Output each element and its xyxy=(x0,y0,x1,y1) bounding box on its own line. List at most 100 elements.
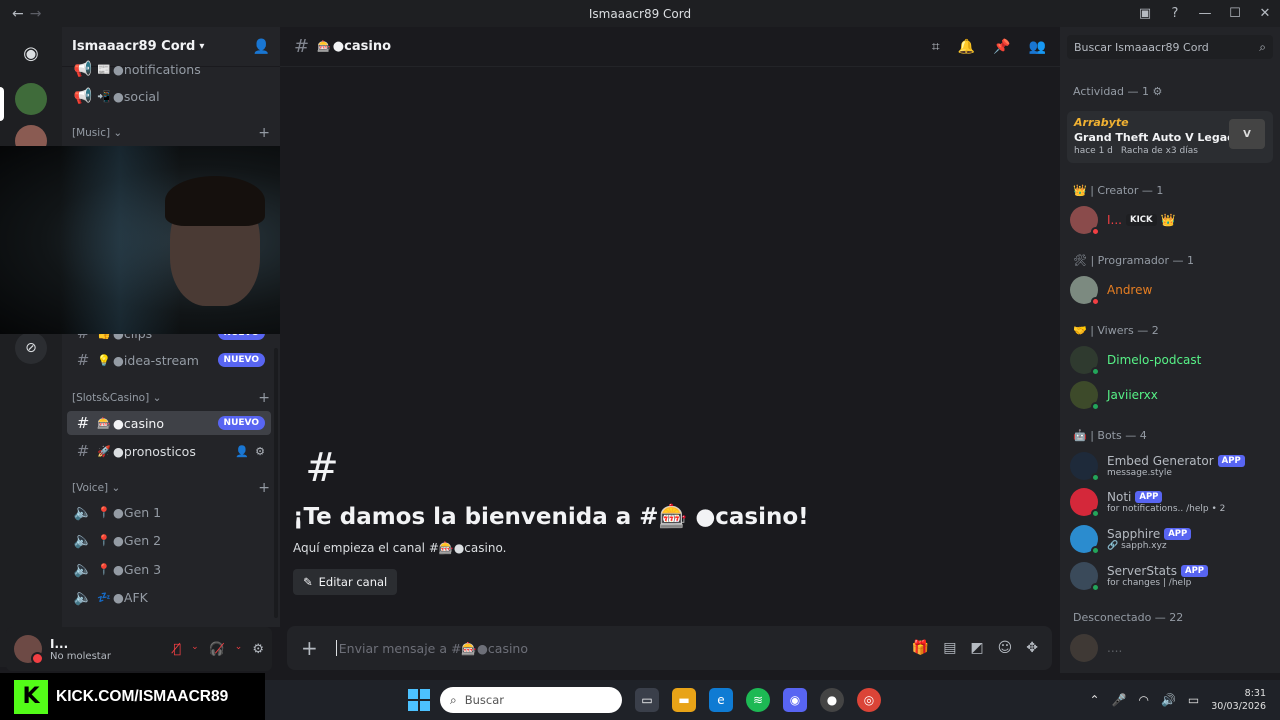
gear-icon[interactable]: ⚙ xyxy=(1153,85,1163,98)
speaker-icon: 🔈 xyxy=(73,531,93,549)
taskbar-search[interactable]: ⌕ Buscar xyxy=(440,687,622,713)
server-icon-1[interactable] xyxy=(15,83,47,115)
text-channel-icon: # xyxy=(76,414,90,432)
channel-pronosticos[interactable]: # 🚀 ●pronosticos 👤 ⚙ xyxy=(67,439,271,463)
channel-social[interactable]: 📢 📲 ●social xyxy=(67,84,271,108)
channel-notifications[interactable]: 📢 📰 ●notifications xyxy=(67,57,271,81)
activity-card[interactable]: Arrabyte Grand Theft Auto V Legacy hace … xyxy=(1067,111,1273,163)
member-sapphire[interactable]: Sapphire APP 🔗 sapph.xyz xyxy=(1070,522,1274,556)
notification-bell-icon[interactable]: 🔔 xyxy=(958,39,975,55)
text-channel-icon: # xyxy=(294,36,310,57)
apps-icon[interactable]: ✥ xyxy=(1026,640,1038,656)
speaker-icon: 🔈 xyxy=(73,588,93,606)
discord-taskbar-icon[interactable]: ◉ xyxy=(783,688,807,712)
battery-icon[interactable]: ▭ xyxy=(1188,693,1199,707)
mic-muted-icon[interactable]: 🎙̸ xyxy=(173,642,181,657)
chevron-down-icon[interactable]: ⌄ xyxy=(235,642,243,657)
category-slots-casino[interactable]: [Slots&Casino] ⌄ + xyxy=(72,390,270,406)
pin-icon[interactable]: 📌 xyxy=(993,39,1010,55)
help-icon[interactable]: ? xyxy=(1160,6,1190,21)
chevron-down-icon: ⌄ xyxy=(152,392,162,404)
gear-icon[interactable]: ⚙ xyxy=(255,445,265,458)
spotify-icon[interactable]: ≋ xyxy=(746,688,770,712)
sticker-icon[interactable]: ◩ xyxy=(970,640,983,656)
microphone-icon[interactable]: 🎤 xyxy=(1112,693,1127,707)
message-input[interactable] xyxy=(338,640,819,656)
settings-gear-icon[interactable]: ⚙ xyxy=(252,642,264,657)
avatar xyxy=(1070,346,1100,376)
invite-user-icon[interactable]: 👤 xyxy=(235,445,249,458)
member-javiierxx[interactable]: Javiierxx xyxy=(1070,378,1274,412)
wifi-icon[interactable]: ◠ xyxy=(1138,693,1148,707)
taskbar-clock[interactable]: 8:31 30/03/2026 xyxy=(1211,687,1266,713)
volume-icon[interactable]: 🔊 xyxy=(1161,693,1176,707)
user-panel: I... No molestar 🎙̸ ⌄ 🎧̸ ⌄ ⚙ xyxy=(6,627,272,671)
channel-casino[interactable]: # 🎰 ●casino NUEVO xyxy=(67,411,271,435)
chevron-down-icon[interactable]: ⌄ xyxy=(191,642,199,657)
category-voice[interactable]: [Voice] ⌄ + xyxy=(72,480,270,496)
windows-start-icon[interactable] xyxy=(408,689,430,711)
member-list-icon[interactable]: 👥 xyxy=(1029,39,1046,55)
maximize-button[interactable]: ☐ xyxy=(1220,6,1250,21)
member-embed-generator[interactable]: Embed Generator APP message.style xyxy=(1070,449,1274,483)
voice-channel-gen2[interactable]: 🔈 📍 ●Gen 2 xyxy=(67,528,271,552)
add-channel-icon[interactable]: + xyxy=(258,125,270,141)
member-list: ⌕ Actividad — 1 ⚙ Arrabyte Grand Theft A… xyxy=(1060,27,1280,673)
back-arrow-icon[interactable]: ← xyxy=(12,6,24,22)
role-heading-bots: 🤖 | Bots — 4 xyxy=(1073,429,1147,442)
server-search[interactable]: ⌕ xyxy=(1067,35,1273,59)
threads-icon[interactable]: ⌗ xyxy=(932,39,940,55)
inbox-icon[interactable]: ▣ xyxy=(1130,6,1160,21)
add-user-icon[interactable]: 👤 xyxy=(253,39,270,55)
sidebar-scrollbar[interactable] xyxy=(274,348,278,618)
speaker-icon: 🔈 xyxy=(73,503,93,521)
announcement-icon: 📢 xyxy=(73,87,93,105)
user-info[interactable]: I... No molestar xyxy=(50,637,111,662)
search-input[interactable] xyxy=(1074,40,1249,54)
close-button[interactable]: ✕ xyxy=(1250,6,1280,21)
member-serverstats[interactable]: ServerStats APP for changes | /help xyxy=(1070,559,1274,593)
file-explorer-icon[interactable]: ▬ xyxy=(672,688,696,712)
task-view-icon[interactable]: ▭ xyxy=(635,688,659,712)
kick-logo-icon: K xyxy=(14,679,48,714)
chevron-down-icon: ▾ xyxy=(199,41,205,52)
add-channel-icon[interactable]: + xyxy=(258,390,270,406)
add-channel-icon[interactable]: + xyxy=(258,480,270,496)
crown-icon: 👑 xyxy=(1160,213,1176,227)
voice-channel-gen3[interactable]: 🔈 📍 ●Gen 3 xyxy=(67,557,271,581)
member-noti[interactable]: Noti APP for notifications.. /help • 2 xyxy=(1070,485,1274,519)
category-music[interactable]: [Music] ⌄ + xyxy=(72,125,270,141)
member-dimelo-podcast[interactable]: Dimelo-podcast xyxy=(1070,343,1274,377)
gif-icon[interactable]: ▤ xyxy=(943,640,956,656)
welcome-title: ¡Te damos la bienvenida a #🎰 ●casino! xyxy=(293,504,809,530)
obs-icon[interactable]: ● xyxy=(820,688,844,712)
minimize-button[interactable]: — xyxy=(1190,6,1220,21)
search-icon: ⌕ xyxy=(450,692,457,707)
chevron-down-icon: ⌄ xyxy=(113,127,123,139)
gift-icon[interactable]: 🎁 xyxy=(912,640,929,656)
message-composer: + 🎁 ▤ ◩ ☺ ✥ xyxy=(287,626,1052,670)
chrome-icon[interactable]: ◎ xyxy=(857,688,881,712)
channel-title: ●casino xyxy=(332,39,391,54)
avatar xyxy=(1070,562,1100,592)
member-offline[interactable]: .... xyxy=(1070,631,1274,665)
voice-channel-afk[interactable]: 🔈 💤 ●AFK xyxy=(67,585,271,609)
kick-url: KICK.COM/ISMAACR89 xyxy=(56,687,229,705)
tray-chevron-up-icon[interactable]: ⌃ xyxy=(1089,693,1099,707)
discord-logo-icon[interactable]: ◉ xyxy=(11,33,51,73)
voice-channel-gen1[interactable]: 🔈 📍 ●Gen 1 xyxy=(67,500,271,524)
avatar xyxy=(1070,381,1100,411)
member-andrew[interactable]: Andrew xyxy=(1070,273,1274,307)
member-creator[interactable]: I... KICK 👑 xyxy=(1070,203,1274,237)
discover-compass-icon[interactable]: ⊘ xyxy=(15,332,47,364)
attach-plus-icon[interactable]: + xyxy=(301,636,318,660)
avatar xyxy=(1070,488,1100,518)
welcome-hash-icon: # xyxy=(305,445,339,491)
edit-channel-button[interactable]: ✎ Editar canal xyxy=(293,569,398,595)
forward-arrow-icon[interactable]: → xyxy=(30,6,42,22)
headphones-deafened-icon[interactable]: 🎧̸ xyxy=(209,642,225,657)
avatar[interactable] xyxy=(14,635,44,665)
emoji-icon[interactable]: ☺ xyxy=(998,640,1013,656)
edge-browser-icon[interactable]: e xyxy=(709,688,733,712)
channel-idea-stream[interactable]: # 💡 ●idea-stream NUEVO xyxy=(67,348,271,372)
